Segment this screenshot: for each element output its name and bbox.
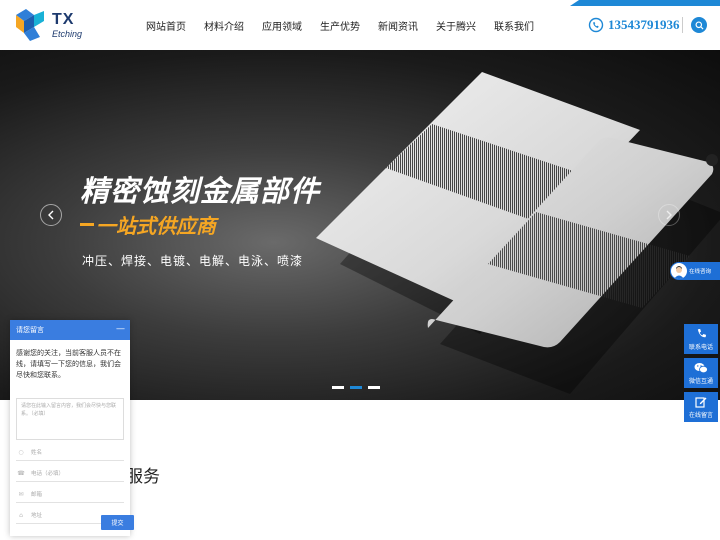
email-placeholder: 邮箱: [31, 492, 43, 498]
message-widget-header: 请您留言 —: [10, 320, 130, 340]
nav-item-advantages[interactable]: 生产优势: [320, 18, 360, 33]
logo-subtext: Etching: [52, 28, 83, 39]
submit-button[interactable]: 提交: [101, 515, 134, 530]
user-icon: ○: [18, 448, 24, 456]
online-consult-button[interactable]: 在线咨询: [670, 262, 720, 280]
float-wechat-label: 微信互通: [688, 378, 713, 385]
name-field[interactable]: ○ 姓名: [16, 444, 124, 461]
logo-text: TX: [52, 10, 75, 28]
site-header: TX Etching 网站首页 材料介绍 应用领域 生产优势 新闻资讯 关于腾兴…: [0, 0, 720, 50]
name-placeholder: 姓名: [31, 450, 43, 456]
nav-item-about[interactable]: 关于腾兴: [436, 18, 476, 33]
phone-headset-icon: [588, 17, 604, 33]
phone-icon: [696, 327, 707, 340]
message-widget-intro: 感谢您的关注，当前客服人员不在线，请填写一下您的信息，我们会尽快和您联系。: [16, 349, 121, 379]
agent-avatar: [671, 263, 687, 279]
logo[interactable]: TX Etching: [12, 6, 92, 44]
chevron-right-icon: [666, 210, 672, 220]
header-phone[interactable]: 13543791936: [588, 15, 680, 35]
chevron-left-icon: [48, 210, 54, 220]
email-field[interactable]: ✉ 邮箱: [16, 486, 124, 503]
mail-icon: ✉: [18, 490, 24, 498]
message-widget: 请您留言 — 感谢您的关注，当前客服人员不在线，请填写一下您的信息，我们会尽快和…: [10, 320, 134, 536]
phone-icon: ☎: [17, 469, 25, 477]
wechat-icon: [694, 361, 708, 374]
search-button[interactable]: [691, 17, 707, 33]
phone-field[interactable]: ☎ 电话（必填）: [16, 465, 124, 482]
main-nav: 网站首页 材料介绍 应用领域 生产优势 新闻资讯 关于腾兴 联系我们: [146, 0, 552, 50]
message-widget-title: 请您留言: [16, 326, 44, 334]
subtitle-dash: [80, 223, 94, 226]
header-phone-number: 13543791936: [608, 17, 680, 32]
float-phone-button[interactable]: 联系电话: [684, 324, 718, 354]
banner-next-button[interactable]: [658, 204, 680, 226]
float-phone-label: 联系电话: [688, 344, 713, 351]
banner-subtitle: 一站式供应商: [96, 214, 216, 238]
minimize-button[interactable]: —: [116, 325, 125, 334]
banner-subtitle-row: 一站式供应商: [80, 210, 216, 239]
header-divider: [682, 17, 683, 33]
nav-item-materials[interactable]: 材料介绍: [204, 18, 244, 33]
banner-dot[interactable]: [368, 386, 380, 389]
phone-placeholder: 电话（必填）: [31, 471, 65, 477]
header-accent-bar: [570, 0, 720, 6]
nav-item-applications[interactable]: 应用领域: [262, 18, 302, 33]
address-placeholder: 地址: [31, 513, 43, 519]
banner-title: 精密蚀刻金属部件: [80, 174, 321, 208]
message-textarea[interactable]: 请您在此输入留言内容，我们会尽快与您联系。（必填）: [16, 398, 124, 440]
nav-item-home[interactable]: 网站首页: [146, 18, 186, 33]
float-message-button[interactable]: 在线留言: [684, 392, 718, 422]
home-icon: ⌂: [19, 511, 23, 519]
banner-pagination: [332, 386, 386, 389]
banner-dot-active[interactable]: [350, 386, 362, 389]
section-title: 服务: [126, 467, 160, 487]
nav-item-news[interactable]: 新闻资讯: [378, 18, 418, 33]
banner-dot[interactable]: [332, 386, 344, 389]
banner-services: 冲压、焊接、电镀、电解、电泳、喷漆: [82, 254, 304, 268]
agent-avatar-icon: [674, 266, 684, 279]
edit-icon: [695, 395, 707, 408]
nav-item-contact[interactable]: 联系我们: [494, 18, 534, 33]
logo-mark-icon: [16, 9, 44, 41]
float-wechat-button[interactable]: 微信互通: [684, 358, 718, 388]
search-icon: [694, 20, 704, 30]
banner-prev-button[interactable]: [40, 204, 62, 226]
online-consult-label: 在线咨询: [689, 269, 712, 275]
float-message-label: 在线留言: [688, 412, 713, 419]
